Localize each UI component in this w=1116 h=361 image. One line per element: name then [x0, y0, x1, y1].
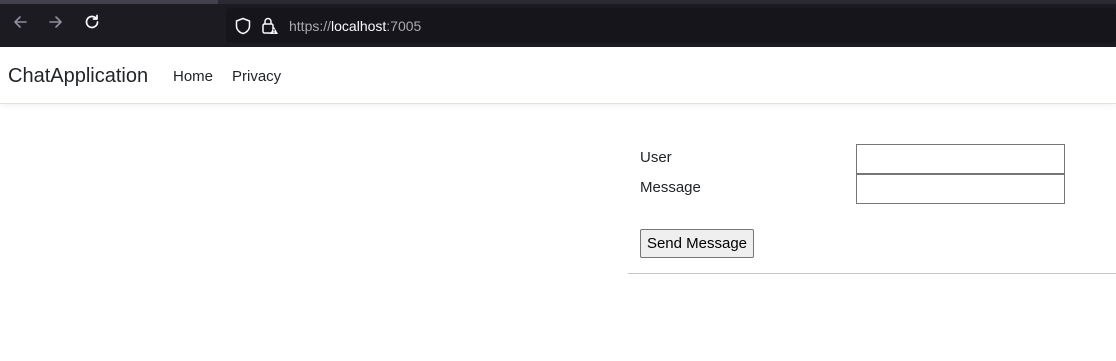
brand-link[interactable]: ChatApplication [8, 65, 148, 88]
lock-warning-icon[interactable] [261, 16, 279, 36]
app-navbar: ChatApplication Home Privacy [0, 47, 1116, 104]
back-button[interactable] [9, 13, 31, 35]
forward-button[interactable] [45, 13, 67, 35]
message-input[interactable] [856, 174, 1065, 204]
nav-link-home[interactable]: Home [173, 68, 213, 85]
browser-toolbar: https://localhost:7005 [0, 0, 1116, 47]
active-tab-indicator[interactable] [0, 0, 218, 4]
message-label: Message [640, 179, 701, 196]
nav-link-privacy[interactable]: Privacy [232, 68, 281, 85]
address-bar[interactable]: https://localhost:7005 [226, 8, 1116, 43]
address-bar-field[interactable]: https://localhost:7005 [226, 8, 1116, 43]
arrow-right-icon [47, 13, 65, 36]
user-label: User [640, 149, 672, 166]
user-input[interactable] [856, 144, 1065, 174]
url-host: localhost [331, 18, 387, 34]
divider [628, 273, 1116, 274]
url-text[interactable]: https://localhost:7005 [289, 18, 421, 34]
reload-icon [83, 13, 101, 36]
chat-form: User Message Send Message [628, 104, 1116, 274]
url-port: :7005 [386, 18, 422, 34]
send-message-button[interactable]: Send Message [640, 229, 754, 258]
tab-strip [0, 0, 1116, 4]
arrow-left-icon [11, 13, 29, 36]
reload-button[interactable] [81, 13, 103, 35]
url-scheme: https:// [289, 18, 332, 34]
shield-icon[interactable] [234, 17, 252, 35]
